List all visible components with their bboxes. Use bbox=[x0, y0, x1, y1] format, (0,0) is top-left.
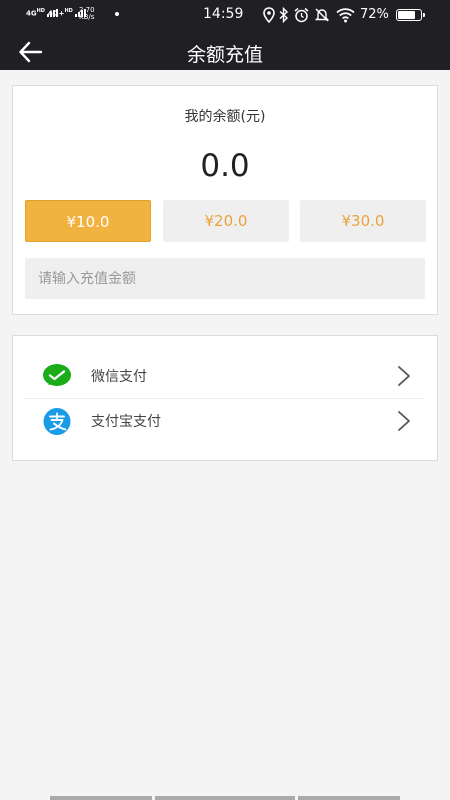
speed-unit: KB/s bbox=[79, 13, 95, 21]
alipay-icon bbox=[43, 408, 71, 435]
chevron-right-icon bbox=[398, 366, 410, 386]
battery-level bbox=[398, 11, 416, 19]
wechat-pay-row[interactable]: 微信支付 bbox=[25, 354, 425, 399]
wechat-pay-label: 微信支付 bbox=[91, 369, 147, 385]
recharge-amount-input[interactable] bbox=[25, 258, 425, 299]
mute-icon bbox=[315, 8, 329, 22]
alipay-row[interactable]: 支付宝支付 bbox=[25, 399, 425, 444]
nav-segment bbox=[155, 796, 295, 800]
chevron-right-icon bbox=[398, 411, 410, 431]
network-speed: 2.70 KB/s bbox=[79, 7, 95, 21]
status-time: 14:59 bbox=[203, 6, 244, 22]
payment-methods-card: 微信支付 支付宝支付 bbox=[12, 335, 438, 461]
bluetooth-icon bbox=[279, 7, 289, 23]
wechat-pay-icon bbox=[43, 364, 71, 386]
amount-option-10[interactable]: ¥10.0 bbox=[25, 200, 151, 242]
system-nav-bar bbox=[0, 796, 450, 800]
amount-option-20[interactable]: ¥20.0 bbox=[163, 200, 289, 242]
nav-segment bbox=[50, 796, 152, 800]
page-title: 余额充值 bbox=[186, 44, 263, 66]
location-icon bbox=[263, 7, 275, 23]
network-2-hd: HD bbox=[64, 8, 73, 14]
nav-segment bbox=[298, 796, 400, 800]
app-header: 4GHD 4G+HD 2.70 KB/s 14:59 72% 余额充值 bbox=[0, 0, 450, 70]
alipay-label: 支付宝支付 bbox=[91, 414, 161, 430]
network-1-label: 4G bbox=[26, 9, 37, 18]
balance-value: 0.0 bbox=[200, 148, 250, 184]
network-2-label: 4G+ bbox=[48, 9, 65, 18]
wifi-icon bbox=[336, 8, 355, 23]
alarm-icon bbox=[294, 7, 309, 23]
recharge-card: 我的余额(元) 0.0 ¥10.0 ¥20.0 ¥30.0 bbox=[12, 85, 438, 315]
battery-percentage: 72% bbox=[360, 7, 389, 22]
amount-option-30[interactable]: ¥30.0 bbox=[300, 200, 426, 242]
network-1-hd: HD bbox=[36, 8, 45, 14]
balance-label: 我的余额(元) bbox=[184, 109, 266, 125]
status-bar: 4GHD 4G+HD 2.70 KB/s 14:59 72% bbox=[0, 0, 450, 30]
battery-icon bbox=[396, 9, 425, 21]
notification-dot bbox=[115, 12, 119, 16]
